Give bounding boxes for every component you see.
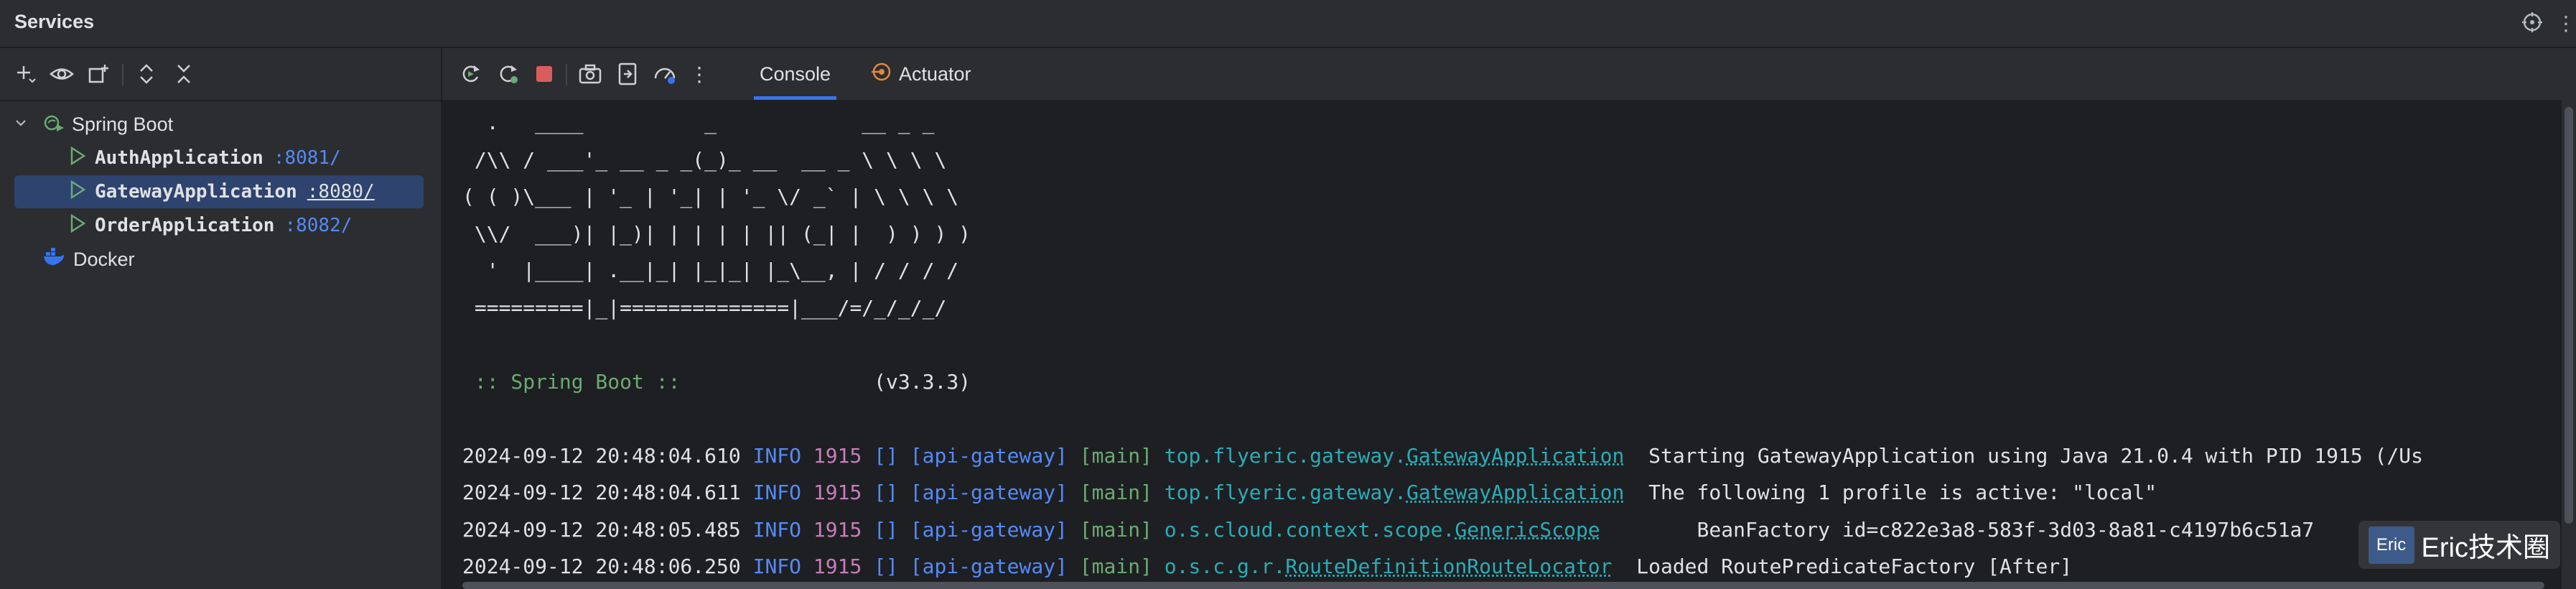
app-name: GatewayApplication [95, 181, 297, 203]
tab-label: Actuator [899, 62, 971, 85]
logger-link[interactable]: RouteDefinitionRouteLocator [1285, 555, 1612, 578]
banner-line: . ____ _ __ _ _ [462, 111, 935, 134]
eye-icon[interactable] [49, 61, 75, 87]
tab-console[interactable]: Console [753, 48, 837, 100]
app-name: OrderApplication [95, 215, 275, 236]
toolbar-separator [566, 64, 567, 85]
port-link[interactable]: :8080/ [307, 181, 375, 203]
rerun-icon[interactable] [458, 61, 484, 87]
scrollbar-thumb[interactable] [2565, 107, 2573, 524]
docker-icon [43, 247, 65, 272]
tree-item-docker[interactable]: Docker [43, 243, 135, 276]
restart-icon[interactable] [495, 61, 521, 87]
port-link[interactable]: :8081/ [274, 147, 341, 169]
spring-boot-version: (v3.3.3) [874, 369, 971, 394]
collapse-all-icon[interactable] [171, 61, 197, 87]
tree-toolbar [0, 48, 441, 101]
banner-line: /\\ / ___'_ __ _ _(_)_ __ __ _ \ \ \ \ [462, 147, 947, 172]
logger-link[interactable]: GatewayApplication [1406, 481, 1624, 504]
services-tree-panel: Spring Boot AuthApplication :8081/ Gatew… [0, 48, 442, 589]
stop-icon[interactable] [531, 61, 557, 87]
tree-item-order-application[interactable]: OrderApplication :8082/ [69, 209, 352, 242]
log-line: 2024-09-12 20:48:04.610 INFO 1915 [] [ap… [462, 443, 2423, 468]
tab-label: Console [760, 62, 831, 85]
more-options-icon[interactable]: ⋮ [2556, 11, 2576, 35]
banner-line: \\/ ___)| |_)| | | | | || (_| | ) ) ) ) [462, 221, 971, 246]
expand-all-icon[interactable] [134, 61, 159, 87]
console-output[interactable]: . ____ _ __ _ _ /\\ / ___'_ __ _ _(_)_ _… [462, 104, 2423, 585]
horizontal-scrollbar[interactable] [462, 582, 2544, 589]
banner-line: ' |____| .__|_| |_|_| |_\__, | / / / / [462, 259, 959, 282]
tree-item-spring-boot[interactable]: Spring Boot [14, 108, 173, 141]
banner-line: =========|_|==============|___/=/_/_/_/ [462, 295, 947, 320]
chevron-down-icon[interactable] [14, 116, 36, 134]
tree-item-auth-application[interactable]: AuthApplication :8081/ [69, 142, 341, 175]
watermark-text: Eric技术圈 [2421, 533, 2550, 563]
spring-boot-label: :: Spring Boot :: [462, 369, 693, 394]
crosshair-icon[interactable] [2521, 11, 2543, 38]
logger-link[interactable]: GatewayApplication [1406, 444, 1624, 468]
watermark-logo: Eric [2368, 526, 2414, 564]
toolbar-separator [122, 64, 123, 85]
new-group-icon[interactable] [86, 61, 112, 87]
run-icon [69, 146, 86, 171]
tree-item-label: Docker [73, 248, 135, 270]
add-service-icon[interactable] [13, 61, 39, 87]
console-panel: ⋮ Console Actuator . ____ _ __ _ _ /\\ /… [442, 48, 2576, 589]
profiler-icon[interactable] [652, 61, 678, 87]
more-actions-icon[interactable]: ⋮ [686, 61, 712, 87]
port-link[interactable]: :8082/ [284, 215, 352, 236]
camera-icon[interactable] [577, 61, 603, 87]
log-line: 2024-09-12 20:48:06.250 INFO 1915 [] [ap… [462, 555, 2073, 578]
run-icon [69, 213, 86, 238]
run-icon [69, 180, 86, 205]
watermark: Eric Eric技术圈 [2358, 521, 2560, 569]
heap-dump-icon[interactable] [615, 61, 640, 87]
app-name: AuthApplication [95, 147, 263, 169]
log-line: 2024-09-12 20:48:05.485 INFO 1915 [] [ap… [462, 517, 2315, 542]
actuator-icon [872, 62, 892, 87]
vertical-scrollbar[interactable] [2562, 100, 2576, 589]
title-bar: Services ⋮ [0, 0, 2576, 48]
console-toolbar: ⋮ Console Actuator [442, 48, 2576, 101]
window-title: Services [14, 11, 95, 32]
logger-link[interactable]: GenericScope [1455, 518, 1600, 542]
spring-boot-icon [43, 112, 65, 137]
tree-item-gateway-application[interactable]: GatewayApplication :8080/ [14, 175, 424, 208]
tab-actuator[interactable]: Actuator [872, 48, 971, 100]
banner-line: ( ( )\___ | '_ | '_| | '_ \/ _` | \ \ \ … [462, 185, 959, 208]
log-line: 2024-09-12 20:48:04.611 INFO 1915 [] [ap… [462, 481, 2157, 504]
tree-item-label: Spring Boot [72, 113, 174, 135]
spring-boot-version-line: :: Spring Boot :: (v3.3.3) [462, 363, 2423, 401]
